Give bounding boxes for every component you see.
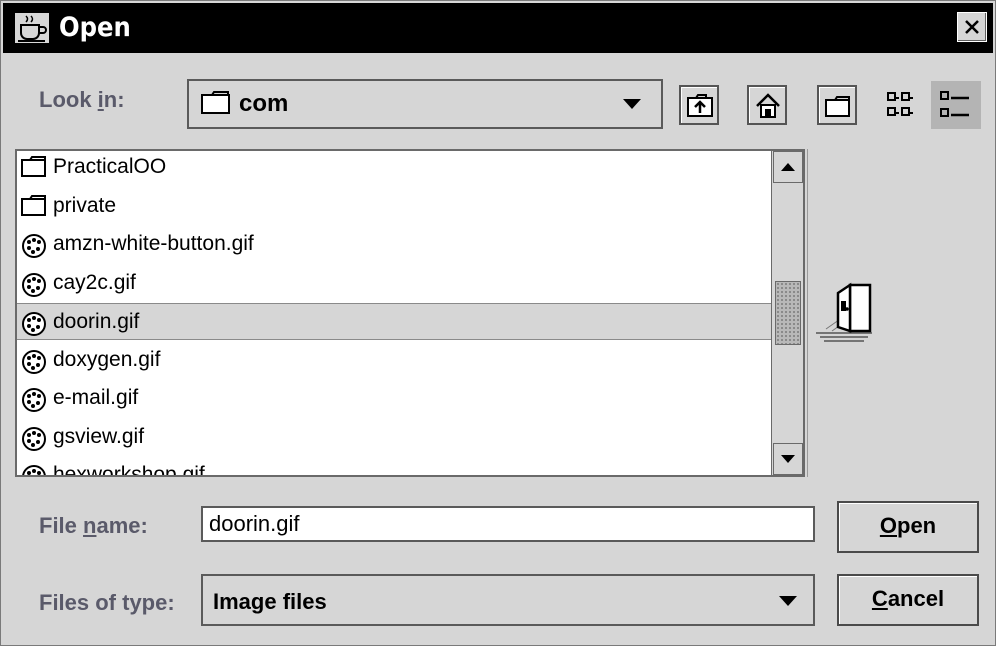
vertical-scrollbar[interactable] — [771, 151, 803, 475]
open-dialog: Open Look in: com PracticalOO private am… — [0, 0, 996, 646]
file-name-text: hexworkshop.gif — [53, 463, 205, 477]
look-in-label-text-end: n: — [103, 87, 125, 112]
close-icon — [965, 20, 979, 34]
file-list-item[interactable]: amzn-white-button.gif — [17, 226, 773, 263]
image-file-icon — [21, 233, 47, 258]
cancel-button[interactable]: Cancel — [837, 574, 979, 626]
open-button-mnemonic: O — [879, 513, 897, 538]
image-file-icon — [21, 311, 47, 336]
door-preview-icon — [816, 282, 872, 342]
file-name-label-text: File — [39, 513, 84, 538]
file-list-item[interactable]: doorin.gif — [17, 303, 773, 340]
look-in-label: Look in: — [39, 87, 125, 113]
arrow-up-icon — [781, 163, 795, 171]
home-icon — [756, 93, 780, 118]
details-view-icon — [940, 91, 969, 117]
file-name-text: PracticalOO — [53, 155, 167, 178]
look-in-label-text: Look — [39, 87, 98, 112]
new-folder-icon — [825, 96, 850, 117]
file-name-text: doxygen.gif — [53, 347, 161, 371]
close-button[interactable] — [957, 12, 987, 42]
file-name-label: File name: — [39, 513, 148, 539]
up-one-level-icon — [687, 94, 713, 117]
scroll-up-button[interactable] — [773, 151, 803, 183]
open-button-label: pen — [897, 513, 937, 538]
file-name-text: doorin.gif — [53, 310, 140, 333]
folder-icon — [21, 194, 47, 219]
scrollbar-thumb[interactable] — [775, 281, 801, 345]
file-list-item[interactable]: PracticalOO — [17, 151, 773, 186]
file-name-text: e-mail.gif — [53, 386, 139, 409]
home-button[interactable] — [747, 85, 787, 125]
title-bar[interactable]: Open — [3, 3, 993, 53]
file-name-input[interactable] — [201, 506, 815, 542]
details-view-button[interactable] — [931, 81, 981, 129]
files-of-type-value: Image files — [213, 589, 327, 614]
files-of-type-label: Files of type: — [39, 590, 175, 615]
image-file-icon — [21, 426, 47, 451]
image-file-icon — [21, 349, 47, 374]
file-list-item[interactable]: doxygen.gif — [17, 342, 773, 379]
look-in-combo[interactable]: com — [187, 79, 663, 129]
window-title: Open — [59, 12, 131, 43]
file-name-text: cay2c.gif — [53, 270, 136, 294]
file-name-text: private — [53, 193, 117, 217]
file-name-label-text-end: ame: — [96, 513, 148, 538]
dropdown-arrow-icon[interactable] — [779, 596, 797, 606]
file-list-item[interactable]: gsview.gif — [17, 419, 773, 456]
file-list-item[interactable]: private — [17, 188, 773, 225]
file-list-item[interactable]: cay2c.gif — [17, 265, 773, 302]
preview-panel — [807, 149, 983, 477]
arrow-down-icon — [781, 455, 795, 463]
file-name-text: gsview.gif — [53, 424, 145, 448]
new-folder-button[interactable] — [817, 85, 857, 125]
up-one-level-button[interactable] — [679, 85, 719, 125]
file-list[interactable]: PracticalOO private amzn-white-button.gif c… — [15, 149, 805, 477]
list-view-icon — [887, 92, 913, 116]
file-list-item[interactable]: e-mail.gif — [17, 380, 773, 417]
scroll-down-button[interactable] — [773, 443, 803, 475]
image-file-icon — [21, 464, 47, 475]
image-file-icon — [21, 272, 47, 297]
folder-icon — [21, 156, 47, 180]
scrollbar-track[interactable] — [773, 185, 803, 441]
folder-icon — [201, 91, 231, 120]
file-list-item[interactable]: hexworkshop.gif — [17, 457, 773, 477]
file-name-mnemonic: n — [83, 513, 97, 538]
view-toggle-group — [877, 81, 981, 129]
open-button[interactable]: Open — [837, 501, 979, 553]
cancel-button-mnemonic: C — [871, 586, 888, 611]
cancel-button-label: ancel — [887, 586, 945, 611]
image-file-icon — [21, 387, 47, 412]
file-name-text: amzn-white-button.gif — [53, 232, 254, 255]
dropdown-arrow-icon[interactable] — [623, 99, 641, 109]
java-cup-icon — [15, 13, 49, 43]
files-of-type-combo[interactable]: Image files — [201, 574, 815, 626]
list-view-button[interactable] — [877, 81, 927, 129]
look-in-value: com — [239, 90, 289, 117]
